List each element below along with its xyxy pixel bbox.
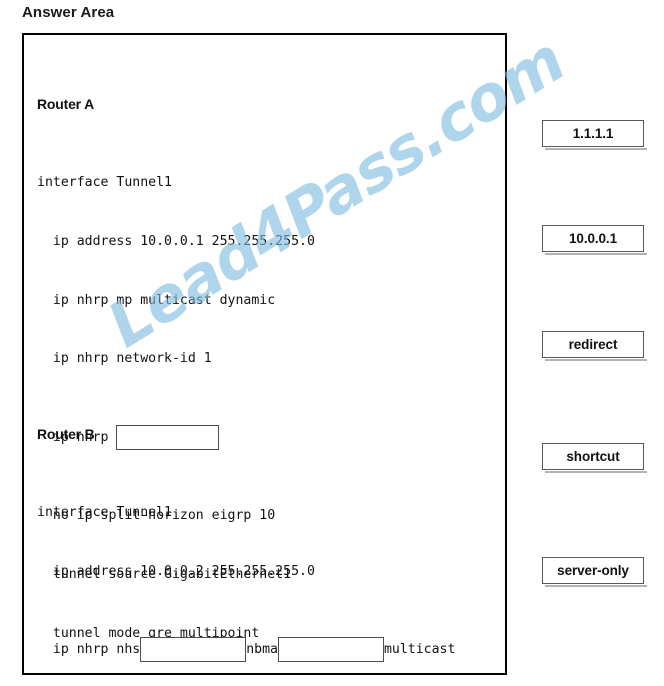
drop-target-router-b-nhs[interactable] xyxy=(140,637,247,663)
config-line: ip address 10.0.0.2 255.255.255.0 xyxy=(37,563,315,579)
answer-option-chip[interactable]: server-only xyxy=(542,557,647,587)
answer-area-panel: Router A interface Tunnel1 ip address 10… xyxy=(22,33,507,675)
config-line-with-blanks: ip nhrp nhs nbma multicast xyxy=(37,637,456,663)
config-line: ip address 10.0.0.1 255.255.255.0 xyxy=(37,233,315,249)
answer-option-chip[interactable]: redirect xyxy=(542,331,647,361)
config-line-prefix: ip nhrp nhs xyxy=(37,642,141,658)
answer-option-chip[interactable]: shortcut xyxy=(542,443,647,473)
router-a-label: Router A xyxy=(37,96,94,113)
answer-option-chip[interactable]: 1.1.1.1 xyxy=(542,120,647,150)
page-title: Answer Area xyxy=(22,4,115,21)
config-line: interface Tunnel1 xyxy=(37,504,172,520)
config-line-suffix: multicast xyxy=(383,642,456,658)
router-b-label: Router B xyxy=(37,426,95,443)
config-line: ip nhrp network-id 1 xyxy=(37,351,212,367)
answer-option-chip[interactable]: 10.0.0.1 xyxy=(542,225,647,255)
config-line: ip nhrp mp multicast dynamic xyxy=(37,292,276,308)
config-line: interface Tunnel1 xyxy=(37,174,172,190)
router-b-config-block: Router B interface Tunnel1 ip address 10… xyxy=(37,385,456,673)
config-line-middle: nbma xyxy=(246,642,278,658)
drop-target-router-b-nbma[interactable] xyxy=(277,637,384,663)
